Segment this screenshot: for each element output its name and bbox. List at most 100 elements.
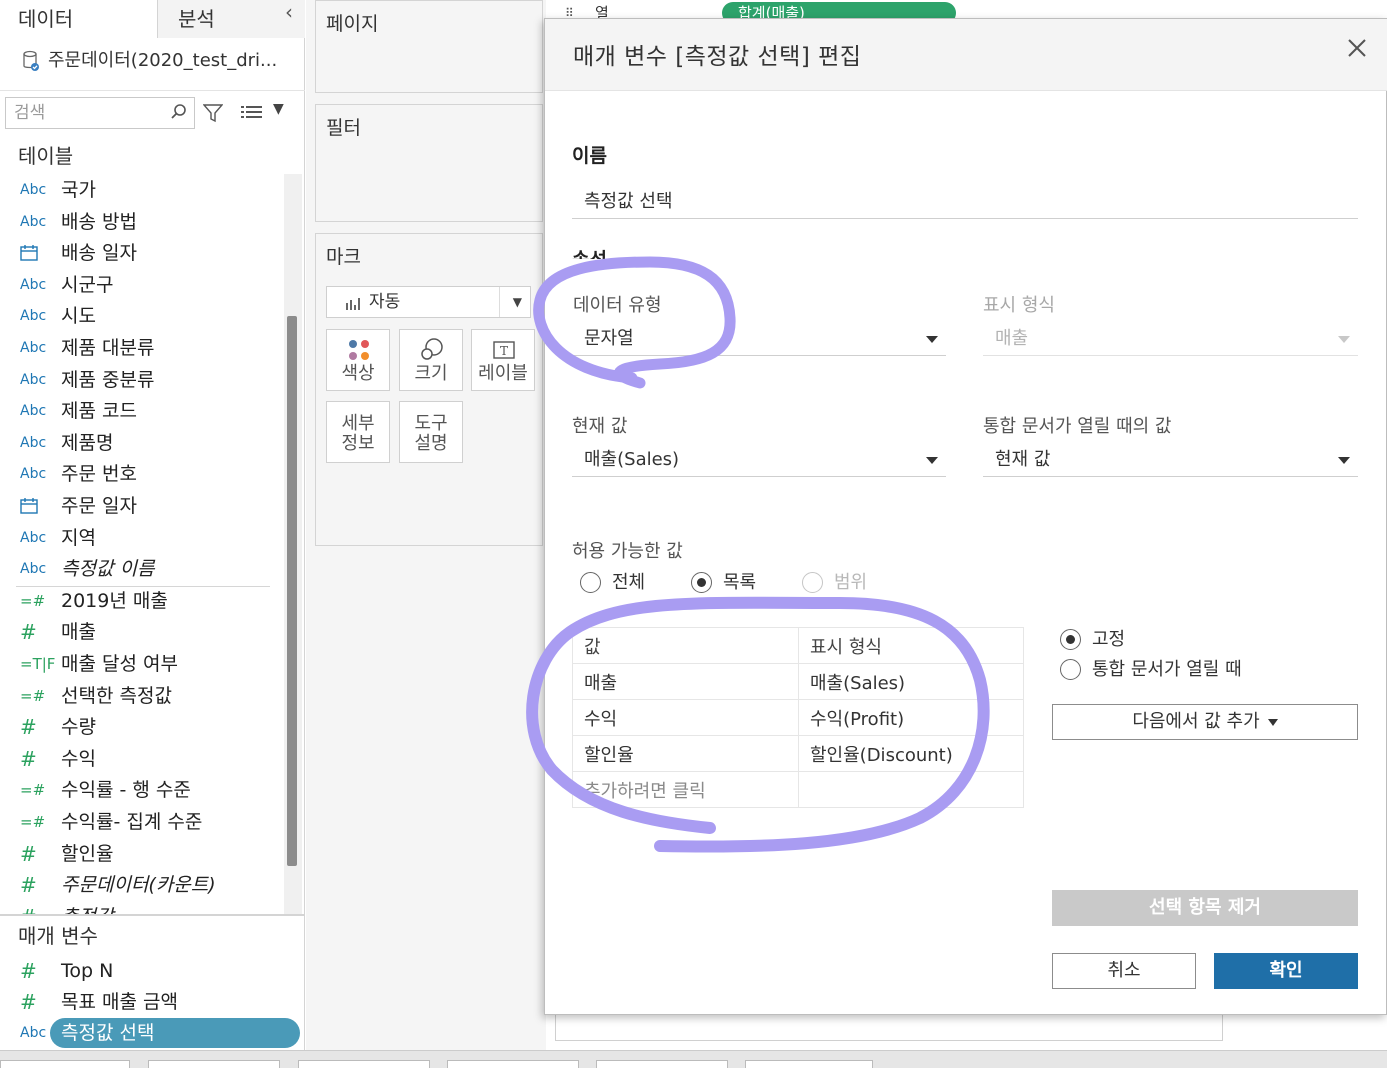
tooltip-label: 도구 설명 — [414, 413, 448, 454]
field-item[interactable]: Abc 국가 — [0, 174, 285, 206]
field-item[interactable]: # 할인율 — [0, 838, 285, 870]
sheet-tab[interactable] — [298, 1060, 430, 1068]
tooltip-button[interactable]: 도구 설명 — [399, 401, 463, 463]
tables-title: 테이블 — [18, 144, 74, 168]
string-type-icon: Abc — [20, 529, 47, 546]
current-value-select[interactable]: 매출(Sales) — [572, 443, 946, 477]
field-item[interactable]: Abc 배송 방법 — [0, 206, 285, 238]
field-item[interactable]: =T|F 매출 달성 여부 — [0, 648, 285, 680]
field-item[interactable]: =# 수익률- 집계 수준 — [0, 806, 285, 838]
sheet-tab[interactable] — [596, 1060, 728, 1068]
datasource-item[interactable]: 주문데이터(2020_test_dri... — [22, 46, 277, 76]
color-icon — [349, 340, 369, 360]
field-item[interactable]: =# 2019년 매출 — [0, 585, 285, 617]
field-item[interactable]: Abc 지역 — [0, 522, 285, 554]
field-item[interactable]: Abc 제품명 — [0, 427, 285, 459]
field-name: 측정값 이름 — [61, 558, 155, 581]
filter-icon[interactable] — [203, 103, 223, 123]
data-type-select[interactable]: 문자열 — [572, 322, 946, 356]
radio-list[interactable]: 목록 — [691, 571, 756, 595]
field-item[interactable]: # 주문데이터(카운트) — [0, 869, 285, 901]
field-item[interactable]: 배송 일자 — [0, 237, 285, 269]
field-item[interactable]: Abc 제품 코드 — [0, 395, 285, 427]
parameter-item[interactable]: # Top N — [0, 955, 285, 987]
string-type-icon: Abc — [20, 403, 47, 420]
sheet-tab[interactable] — [447, 1060, 579, 1068]
field-item[interactable]: Abc 제품 대분류 — [0, 332, 285, 364]
radio-on-open[interactable]: 통합 문서가 열릴 때 — [1060, 658, 1242, 682]
measure-type-icon: # — [20, 901, 54, 914]
field-item[interactable]: # 매출 — [0, 616, 285, 648]
cancel-button[interactable]: 취소 — [1052, 953, 1196, 989]
color-button[interactable]: 색상 — [326, 329, 390, 391]
mark-type-dropdown[interactable]: 자동 ▼ — [326, 286, 531, 318]
field-item[interactable]: # 수익 — [0, 743, 285, 775]
table-row[interactable]: 수익 수익(Profit) — [572, 699, 1024, 736]
pages-shelf[interactable]: 페이지 — [315, 0, 543, 93]
ok-button[interactable]: 확인 — [1214, 953, 1358, 989]
parameter-item[interactable]: # 목표 매출 금액 — [0, 986, 285, 1018]
close-icon[interactable] — [1346, 37, 1368, 59]
parameter-name: Top N — [61, 960, 114, 982]
dropdown-arrow-icon — [1338, 336, 1350, 343]
open-value-select[interactable]: 현재 값 — [983, 443, 1358, 477]
tab-analysis[interactable]: 분석 — [158, 0, 305, 38]
measure-type-icon: =# — [20, 813, 46, 831]
datasource-name: 주문데이터(2020_test_dri... — [48, 50, 278, 71]
field-item[interactable]: Abc 제품 중분류 — [0, 364, 285, 396]
radio-fixed[interactable]: 고정 — [1060, 628, 1125, 652]
cell-value[interactable]: 수익 — [572, 699, 799, 736]
size-icon — [421, 338, 443, 360]
cell-value[interactable]: 매출 — [572, 663, 799, 700]
table-row[interactable]: 할인율 할인율(Discount) — [572, 735, 1024, 772]
field-item[interactable]: Abc 측정값 이름 — [0, 553, 285, 585]
pane-divider[interactable] — [0, 914, 305, 916]
measure-type-icon: =# — [20, 591, 46, 610]
field-item[interactable]: Abc 주문 번호 — [0, 458, 285, 490]
radio-circle-selected — [1060, 629, 1081, 650]
size-button[interactable]: 크기 — [399, 329, 463, 391]
search-input[interactable]: 검색 — [5, 97, 195, 129]
label-button[interactable]: T 레이블 — [471, 329, 535, 391]
field-item[interactable]: Abc 시군구 — [0, 269, 285, 301]
detail-button[interactable]: 세부 정보 — [326, 401, 390, 463]
marks-card: 마크 자동 ▼ 색상 크기 T 레이블 세부 정보 도구 설명 — [315, 233, 543, 546]
remove-selected-button[interactable]: 선택 항목 제거 — [1052, 890, 1358, 926]
field-item[interactable]: # 수량 — [0, 711, 285, 743]
field-name: 시군구 — [61, 273, 114, 296]
add-row[interactable]: 추가하려면 클릭 — [572, 771, 1024, 808]
field-item[interactable]: =# 수익률 - 행 수준 — [0, 774, 285, 806]
cell-display[interactable]: 할인율(Discount) — [798, 735, 1024, 772]
name-input[interactable]: 측정값 선택 — [572, 185, 1358, 219]
field-name: 수량 — [61, 716, 96, 739]
collapse-pane-icon[interactable]: ‹ — [285, 0, 293, 24]
cell-value[interactable]: 할인율 — [572, 735, 799, 772]
calendar-icon — [20, 237, 54, 269]
field-name: 수익 — [61, 747, 96, 770]
sheet-tab[interactable] — [148, 1060, 280, 1068]
field-item[interactable]: Abc 시도 — [0, 300, 285, 332]
dropdown-separator — [499, 287, 500, 317]
add-values-from-button[interactable]: 다음에서 값 추가 — [1052, 704, 1358, 740]
string-type-icon: Abc — [20, 371, 47, 388]
radio-on-open-label: 통합 문서가 열릴 때 — [1092, 659, 1242, 680]
add-row-hint[interactable]: 추가하려면 클릭 — [572, 771, 799, 808]
list-options-caret-icon[interactable]: ▼ — [273, 101, 284, 117]
field-item[interactable]: # 측정값 — [0, 901, 285, 914]
sheet-tab[interactable] — [0, 1060, 130, 1068]
tab-data[interactable]: 데이터 — [0, 0, 158, 38]
parameter-item[interactable]: Abc 측정값 선택 — [0, 1017, 285, 1049]
view-list-icon[interactable] — [240, 103, 264, 123]
table-row[interactable]: 매출 매출(Sales) — [572, 663, 1024, 700]
cell-display[interactable]: 매출(Sales) — [798, 663, 1024, 700]
cell-display[interactable]: 수익(Profit) — [798, 699, 1024, 736]
display-format-value: 매출 — [995, 328, 1029, 349]
filters-shelf[interactable]: 필터 — [315, 104, 543, 222]
field-list-scroll-thumb[interactable] — [287, 316, 297, 866]
radio-all[interactable]: 전체 — [580, 571, 645, 595]
cell-empty[interactable] — [798, 771, 1024, 808]
field-item[interactable]: =# 선택한 측정값 — [0, 680, 285, 712]
sheet-tab[interactable] — [745, 1060, 873, 1068]
field-item[interactable]: 주문 일자 — [0, 490, 285, 522]
field-name: 시도 — [61, 305, 96, 328]
